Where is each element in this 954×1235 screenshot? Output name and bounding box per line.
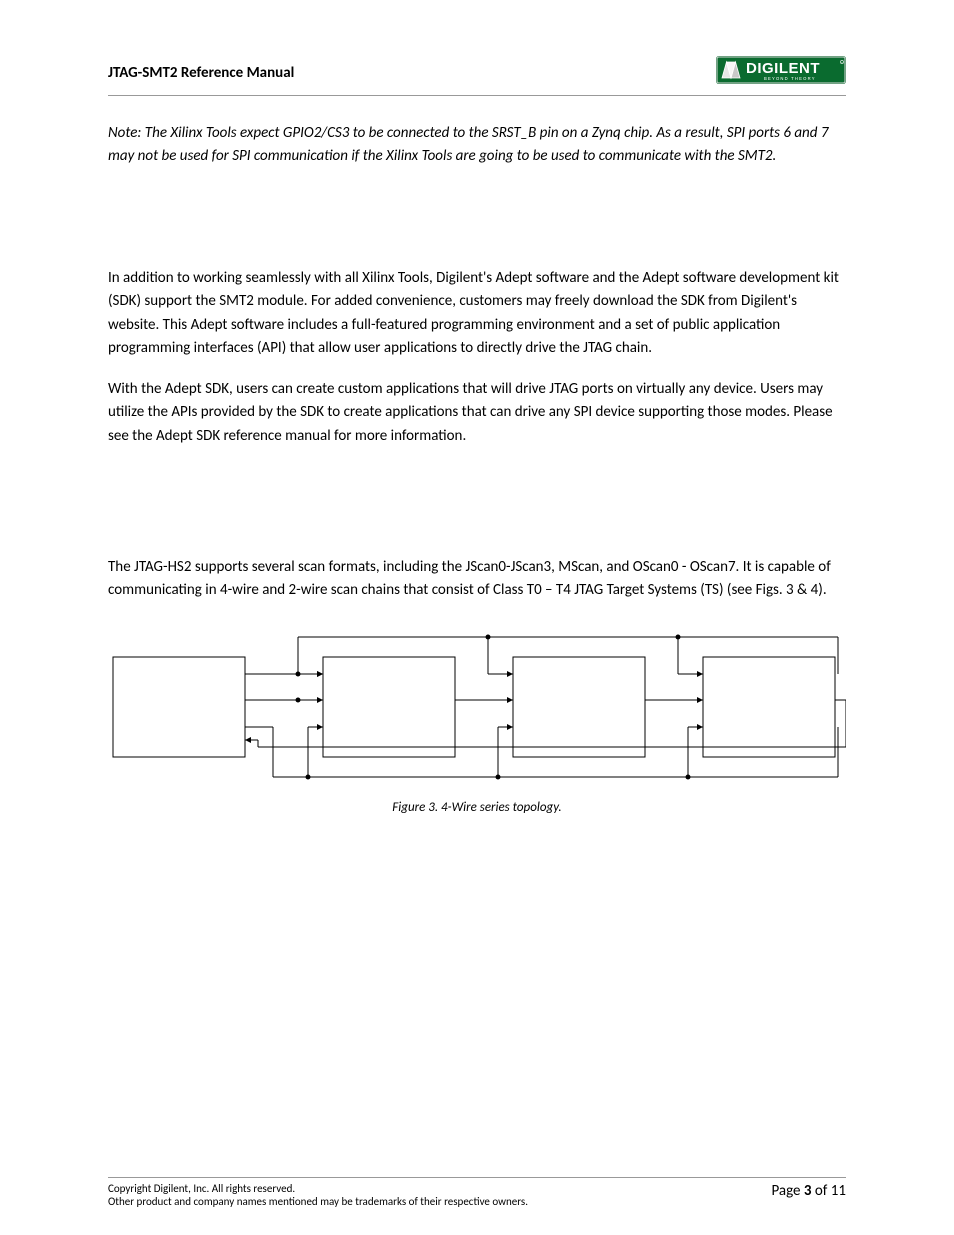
paragraph-2: With the Adept SDK, users can create cus… [108,378,846,448]
note-paragraph: Note: The Xilinx Tools expect GPIO2/CS3 … [108,122,846,167]
footer-legal: Copyright Digilent, Inc. All rights rese… [108,1182,528,1210]
footer-page-number: Page 3 of 11 [771,1182,846,1201]
body-text: In addition to working seamlessly with a… [108,267,846,602]
logo-tagline: BEYOND THEORY [764,76,816,81]
paragraph-3: The JTAG-HS2 supports several scan forma… [108,556,846,603]
paragraph-1: In addition to working seamlessly with a… [108,267,846,360]
document-title: JTAG-SMT2 Reference Manual [108,64,294,82]
page-header: JTAG-SMT2 Reference Manual DIGILENT BEYO… [108,56,846,96]
digilent-logo: DIGILENT BEYOND THEORY R [716,56,846,89]
figure-3: Figure 3. 4-Wire series topology. [108,632,846,815]
page-footer: Copyright Digilent, Inc. All rights rese… [108,1177,846,1210]
figure-3-caption: Figure 3. 4-Wire series topology. [108,800,846,815]
footer-trademark: Other product and company names mentione… [108,1195,528,1209]
logo-text: DIGILENT [746,60,820,77]
footer-copyright: Copyright Digilent, Inc. All rights rese… [108,1182,528,1196]
